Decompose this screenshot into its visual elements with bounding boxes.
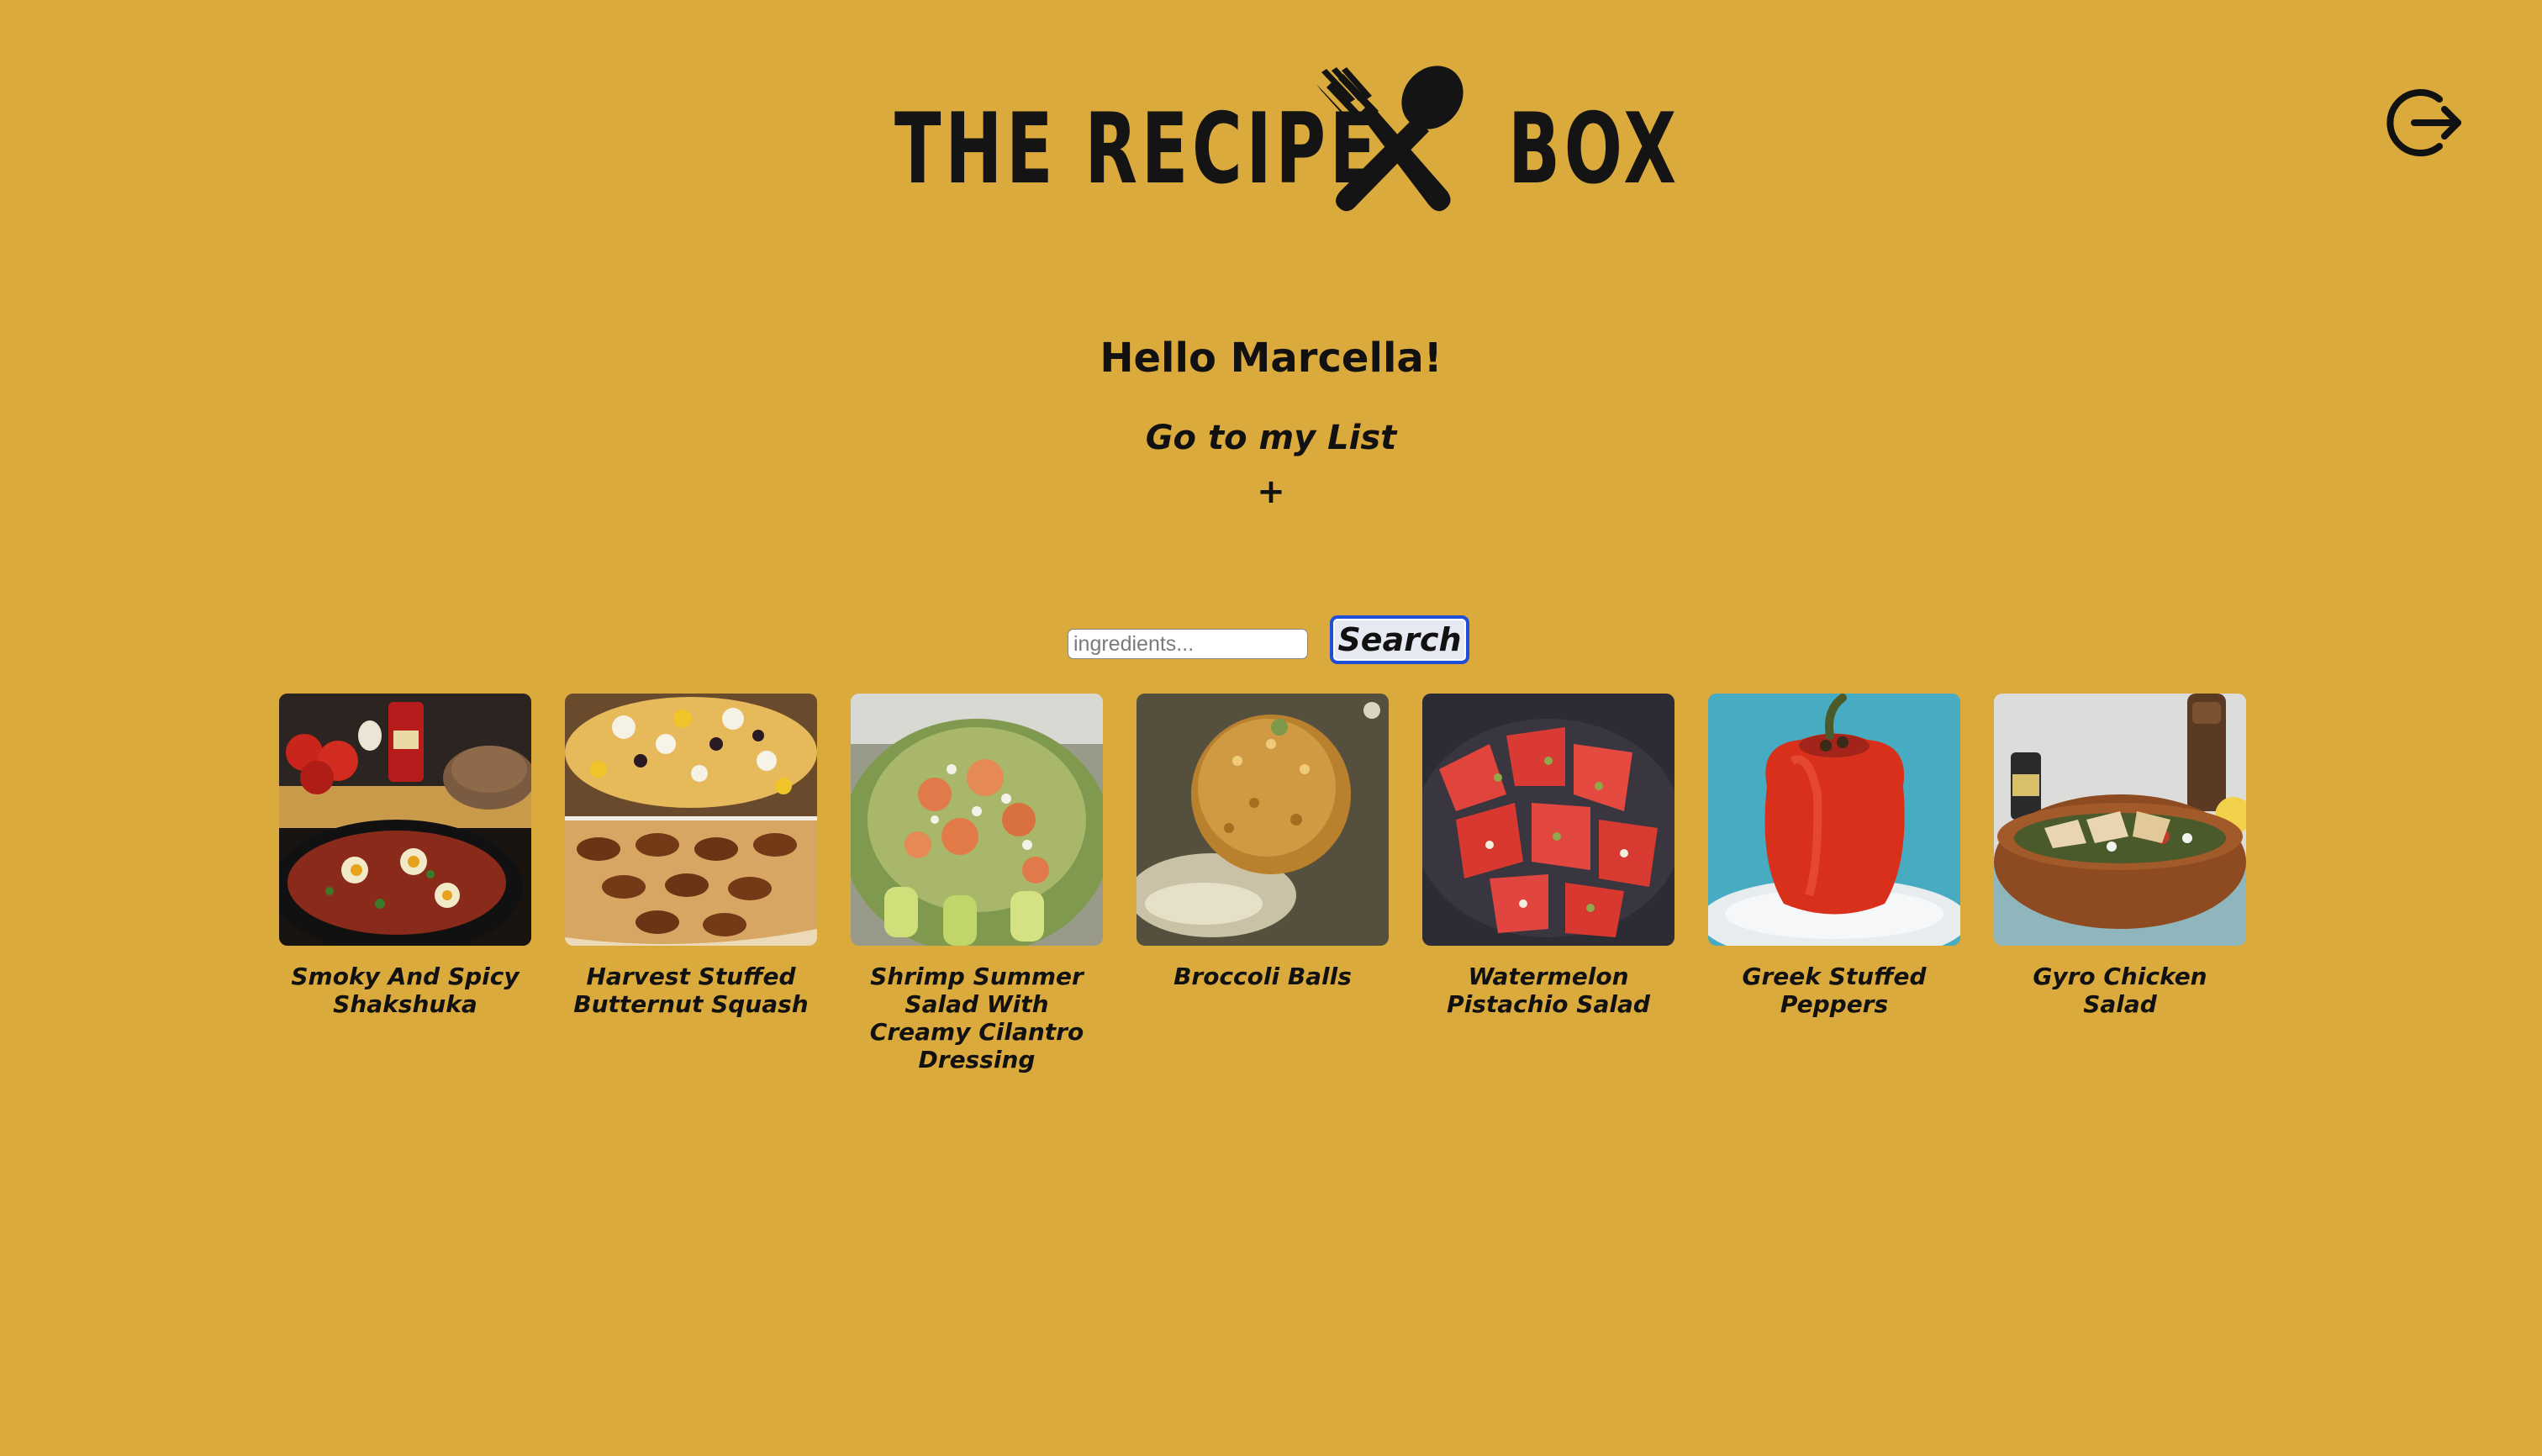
recipe-image-shakshuka[interactable] bbox=[279, 694, 531, 946]
recipe-image-stuffed-peppers[interactable] bbox=[1708, 694, 1960, 946]
recipe-title[interactable]: Shrimp Summer Salad With Creamy Cilantro… bbox=[851, 963, 1103, 1074]
recipe-grid: Smoky And Spicy Shakshuka Harvest Stuffe… bbox=[279, 694, 2263, 1074]
recipe-card[interactable]: Watermelon Pistachio Salad bbox=[1422, 694, 1674, 1074]
recipe-card[interactable]: Broccoli Balls bbox=[1137, 694, 1389, 1074]
recipe-image-butternut-squash[interactable] bbox=[565, 694, 817, 946]
fork-and-spoon-icon bbox=[1316, 66, 1463, 212]
recipe-title[interactable]: Watermelon Pistachio Salad bbox=[1422, 963, 1674, 1018]
go-to-my-list-link[interactable]: Go to my List bbox=[1146, 419, 1397, 457]
recipe-image-gyro-salad[interactable] bbox=[1994, 694, 2246, 946]
site-logo: THE RECIPE BOX bbox=[894, 66, 1676, 225]
recipe-image-shrimp-salad[interactable] bbox=[851, 694, 1103, 946]
recipe-title[interactable]: Smoky And Spicy Shakshuka bbox=[279, 963, 531, 1018]
recipe-card[interactable]: Harvest Stuffed Butternut Squash bbox=[565, 694, 817, 1074]
recipe-title[interactable]: Broccoli Balls bbox=[1137, 963, 1389, 990]
greeting-heading: Hello Marcella! bbox=[1100, 335, 1442, 382]
recipe-title[interactable]: Harvest Stuffed Butternut Squash bbox=[565, 963, 817, 1018]
go-to-my-list-wrapper: Go to my List bbox=[0, 419, 2542, 457]
recipe-card[interactable]: Greek Stuffed Peppers bbox=[1708, 694, 1960, 1074]
recipe-image-broccoli-balls[interactable] bbox=[1137, 694, 1389, 946]
ingredients-search-input[interactable] bbox=[1068, 629, 1308, 659]
logout-icon[interactable] bbox=[2381, 81, 2465, 165]
add-recipe-button[interactable]: + bbox=[1246, 472, 1296, 511]
recipe-card[interactable]: Gyro Chicken Salad bbox=[1994, 694, 2246, 1074]
logo-text-box: BOX bbox=[1508, 92, 1680, 206]
recipe-card[interactable]: Shrimp Summer Salad With Creamy Cilantro… bbox=[851, 694, 1103, 1074]
recipe-image-watermelon-salad[interactable] bbox=[1422, 694, 1674, 946]
recipe-title[interactable]: Gyro Chicken Salad bbox=[1994, 963, 2246, 1018]
recipe-title[interactable]: Greek Stuffed Peppers bbox=[1708, 963, 1960, 1018]
recipe-card[interactable]: Smoky And Spicy Shakshuka bbox=[279, 694, 531, 1074]
search-button[interactable]: Search bbox=[1330, 615, 1469, 664]
